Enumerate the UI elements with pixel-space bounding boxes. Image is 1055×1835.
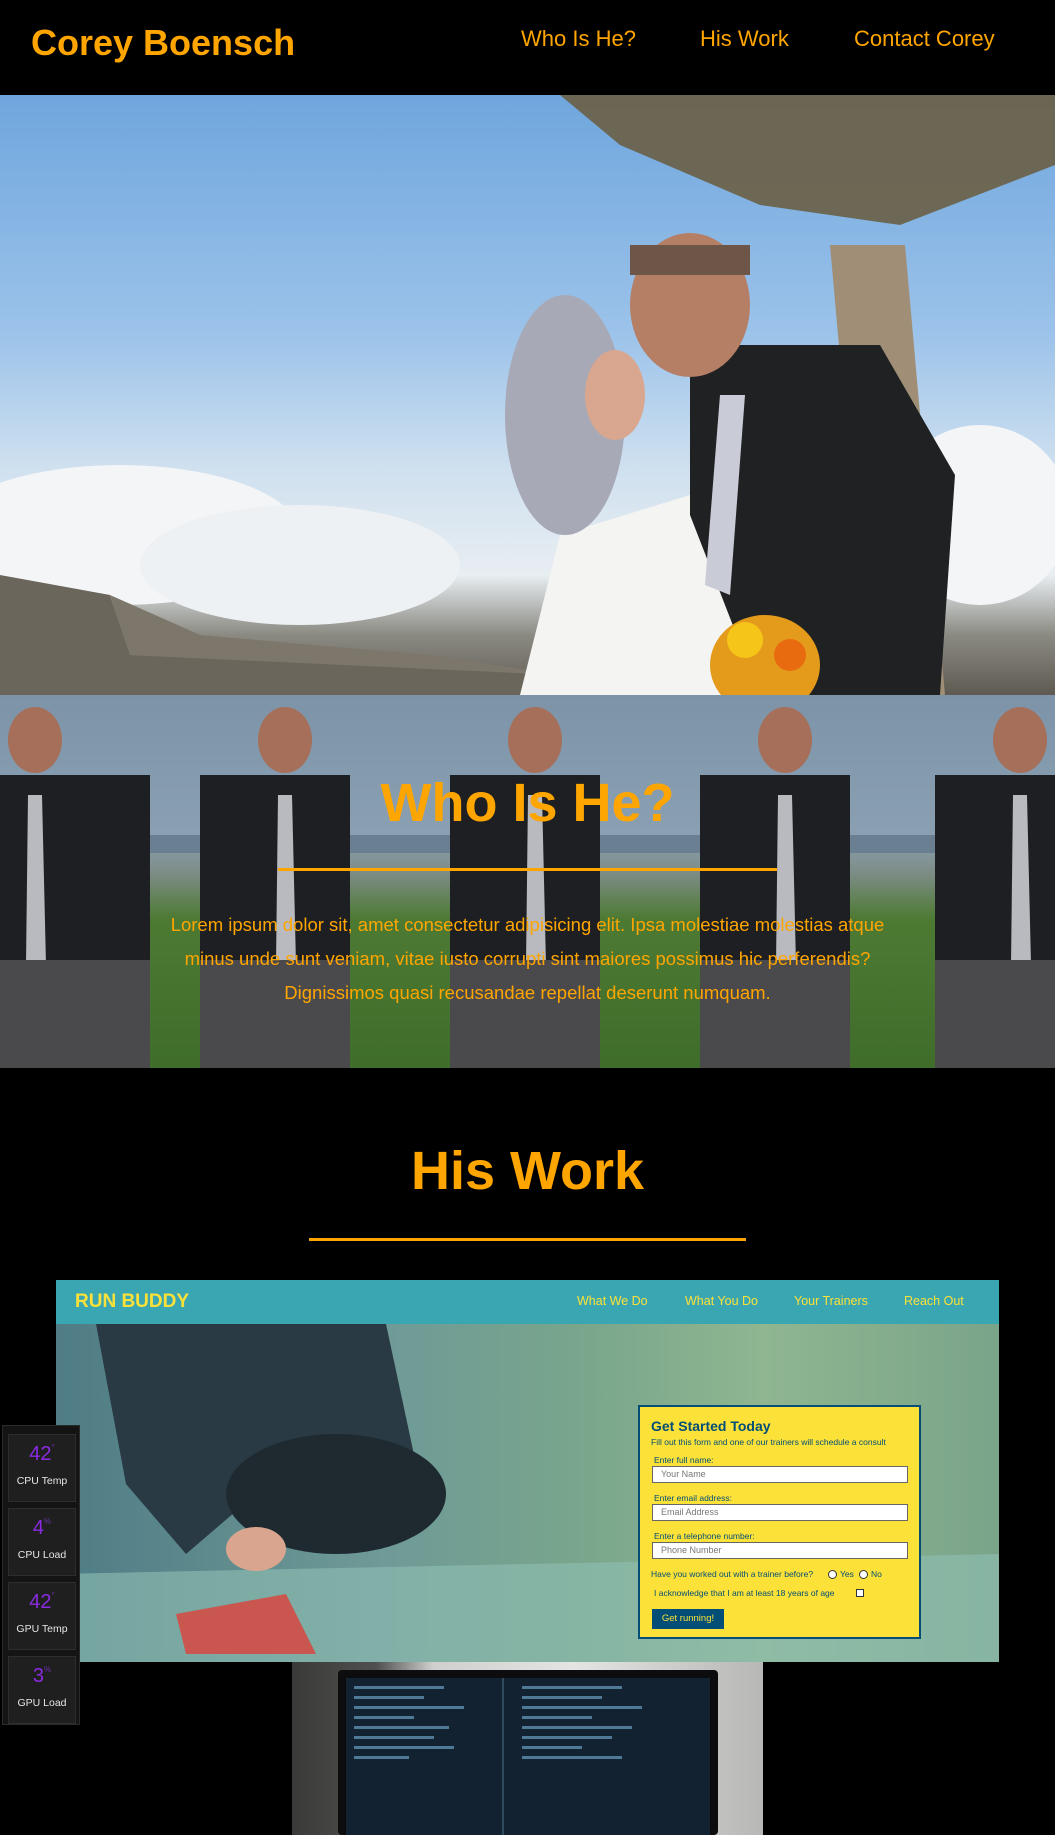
project-code-monitor[interactable] [292,1662,763,1835]
cpu-temp-value-wrap: 42° [9,1443,75,1466]
gpu-load-unit: % [44,1665,52,1674]
gpu-temp-value: 42 [29,1591,52,1613]
nav-contact-corey[interactable]: Contact Corey [854,26,995,52]
radio-yes [828,1570,837,1579]
acknowledge-label: I acknowledge that I am at least 18 year… [654,1588,835,1598]
site-header: Corey Boensch Who Is He? His Work Contac… [0,0,1055,95]
form-title: Get Started Today [651,1418,771,1434]
gpu-load-label: GPU Load [17,1697,67,1709]
phone-field: Phone Number [652,1542,908,1559]
who-description: Lorem ipsum dolor sit, amet consectetur … [170,914,885,1003]
his-work-heading: His Work [410,1141,645,1201]
cpu-load-card: 4% CPU Load [8,1508,76,1576]
run-buddy-header: RUN BUDDY What We Do What You Do Your Tr… [56,1280,999,1324]
who-is-he-heading: Who Is He? [380,773,675,833]
run-buddy-brand: RUN BUDDY [75,1291,189,1312]
email-field: Email Address [652,1504,908,1521]
name-label: Enter full name: [654,1455,714,1465]
gpu-temp-card: 42° GPU Temp [8,1582,76,1650]
system-monitor-widget: 42° CPU Temp 4% CPU Load 42° GPU Temp 3%… [2,1425,80,1725]
cpu-temp-label: CPU Temp [16,1475,68,1487]
form-subtitle: Fill out this form and one of our traine… [651,1437,886,1447]
cpu-temp-unit: ° [51,1443,55,1452]
gpu-load-value-wrap: 3% [9,1665,75,1688]
run-buddy-nav-reach-out: Reach Out [904,1294,964,1308]
who-divider [278,868,777,871]
acknowledge-checkbox [856,1589,864,1597]
cpu-temp-value: 42 [29,1443,52,1465]
nav-who-is-he[interactable]: Who Is He? [521,26,636,52]
get-started-form: Get Started Today Fill out this form and… [638,1405,921,1639]
run-buddy-nav-your-trainers: Your Trainers [794,1294,868,1308]
hero-photo [0,95,1055,695]
gpu-load-value: 3 [32,1665,44,1687]
trainer-question: Have you worked out with a trainer befor… [651,1569,814,1579]
run-buddy-hero-image: Get Started Today Fill out this form and… [56,1324,999,1662]
project-run-buddy[interactable]: RUN BUDDY What We Do What You Do Your Tr… [56,1280,999,1662]
name-field: Your Name [652,1466,908,1483]
phone-label: Enter a telephone number: [654,1531,755,1541]
radio-no-label: No [871,1569,882,1579]
work-divider [309,1238,746,1241]
cpu-temp-card: 42° CPU Temp [8,1434,76,1502]
gpu-temp-unit: ° [51,1591,55,1600]
cpu-load-label: CPU Load [17,1549,67,1561]
run-buddy-nav-what-you-do: What You Do [685,1294,758,1308]
gpu-load-card: 3% GPU Load [8,1656,76,1724]
cpu-load-unit: % [44,1517,52,1526]
gpu-temp-label: GPU Temp [16,1623,68,1635]
nav-his-work[interactable]: His Work [700,26,789,52]
run-buddy-nav-what-we-do: What We Do [577,1294,648,1308]
radio-no [859,1570,868,1579]
radio-yes-label: Yes [840,1569,854,1579]
site-brand[interactable]: Corey Boensch [31,22,295,64]
cpu-load-value: 4 [32,1517,44,1539]
get-running-button: Get running! [652,1609,724,1629]
cpu-load-value-wrap: 4% [9,1517,75,1540]
who-is-he-section [0,695,1055,1068]
gpu-temp-value-wrap: 42° [9,1591,75,1614]
email-label: Enter email address: [654,1493,732,1503]
